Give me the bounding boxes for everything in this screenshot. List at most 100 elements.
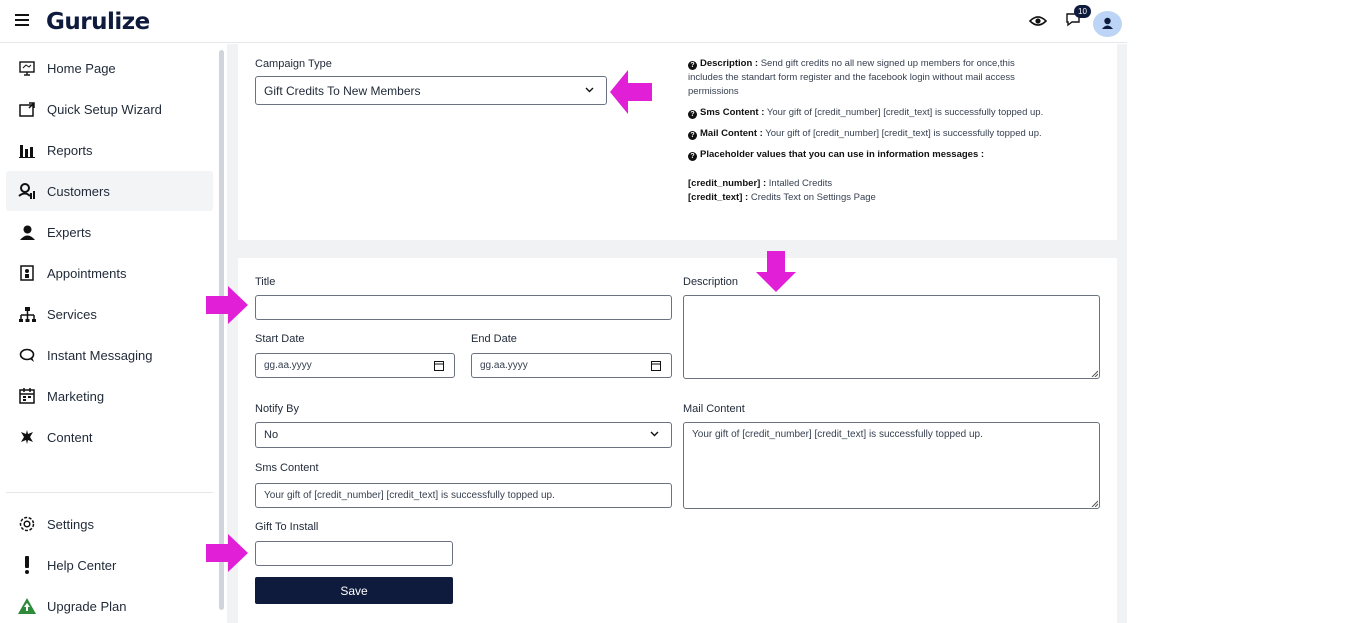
appointment-icon bbox=[18, 264, 36, 282]
notify-by-select[interactable]: No bbox=[255, 422, 672, 448]
end-date-placeholder: gg.aa.yyyy bbox=[480, 360, 528, 371]
description-text-2: includes the standart form register and … bbox=[688, 72, 1015, 83]
calendar-icon bbox=[18, 387, 36, 405]
sitemap-icon bbox=[18, 305, 36, 323]
question-circle-icon: ? bbox=[688, 110, 697, 119]
notify-by-label: Notify By bbox=[255, 403, 300, 415]
start-date-input[interactable]: gg.aa.yyyy bbox=[255, 353, 455, 378]
campaign-type-select[interactable]: Gift Credits To New Members bbox=[255, 76, 607, 105]
arrow-right-icon bbox=[206, 534, 248, 572]
user-avatar-icon bbox=[1102, 17, 1113, 29]
top-header: Gurulize 10 bbox=[0, 0, 1127, 43]
mail-content-text: Your gift of [credit_number] [credit_tex… bbox=[765, 128, 1042, 139]
sidebar-item-upgrade-plan[interactable]: Upgrade Plan bbox=[6, 586, 213, 623]
gift-to-install-label: Gift To Install bbox=[255, 521, 319, 533]
mail-content-title: Mail Content : bbox=[700, 128, 763, 139]
sidebar-item-label: Upgrade Plan bbox=[47, 598, 127, 614]
eye-icon[interactable] bbox=[1029, 14, 1047, 28]
start-date-placeholder: gg.aa.yyyy bbox=[264, 360, 312, 371]
end-date-label: End Date bbox=[471, 333, 517, 345]
mail-content-label: Mail Content bbox=[683, 403, 745, 415]
resize-handle-icon[interactable] bbox=[1091, 370, 1098, 377]
sidebar-item-settings[interactable]: Settings bbox=[6, 504, 213, 544]
logo[interactable]: Gurulize bbox=[46, 9, 150, 35]
sidebar-item-customers[interactable]: Customers bbox=[6, 171, 213, 211]
sidebar-item-label: Services bbox=[47, 306, 97, 322]
placeholder-key-2: [credit_text] : bbox=[688, 192, 749, 203]
arrow-down-icon bbox=[756, 251, 796, 292]
sidebar-item-label: Home Page bbox=[47, 60, 116, 76]
sidebar-item-label: Experts bbox=[47, 224, 92, 240]
user-icon bbox=[18, 223, 36, 241]
sidebar-item-experts[interactable]: Experts bbox=[6, 212, 213, 252]
sidebar-scrollbar[interactable] bbox=[219, 50, 224, 610]
sidebar-item-help-center[interactable]: Help Center bbox=[6, 545, 213, 585]
sidebar-item-appointments[interactable]: Appointments bbox=[6, 253, 213, 293]
sidebar-item-label: Quick Setup Wizard bbox=[47, 101, 162, 117]
campaign-form-card: Title Description Start Date gg.aa.yyyy … bbox=[238, 258, 1117, 623]
placeholder-title: Placeholder values that you can use in i… bbox=[700, 149, 985, 160]
chevron-down-icon bbox=[585, 87, 594, 92]
description-label: Description bbox=[683, 276, 739, 288]
description-title: Description : bbox=[700, 58, 759, 69]
sidebar-item-quick-setup-wizard[interactable]: Quick Setup Wizard bbox=[6, 89, 213, 129]
mail-content-textarea[interactable]: Your gift of [credit_number] [credit_tex… bbox=[683, 422, 1100, 509]
sidebar-item-content[interactable]: Content bbox=[6, 417, 213, 457]
title-input[interactable] bbox=[255, 295, 672, 320]
calendar-picker-icon[interactable] bbox=[434, 360, 444, 371]
sidebar-item-label: Customers bbox=[47, 183, 110, 199]
main-content: Campaign Type Gift Credits To New Member… bbox=[227, 44, 1127, 623]
sidebar-item-home-page[interactable]: Home Page bbox=[6, 48, 213, 88]
campaign-type-label: Campaign Type bbox=[255, 58, 332, 70]
sms-content-value: Your gift of [credit_number] [credit_tex… bbox=[264, 490, 555, 501]
gear-icon bbox=[18, 515, 36, 533]
arrow-left-icon bbox=[610, 70, 652, 114]
chevron-down-icon bbox=[650, 431, 659, 437]
sidebar-item-label: Marketing bbox=[47, 388, 105, 404]
campaign-type-card: Campaign Type Gift Credits To New Member… bbox=[238, 44, 1117, 240]
placeholder-value-1: Intalled Credits bbox=[768, 178, 833, 189]
sidebar-item-label: Help Center bbox=[47, 557, 117, 573]
notify-by-value: No bbox=[264, 429, 279, 441]
description-text: Send gift credits no all new signed up m… bbox=[760, 58, 1015, 69]
sidebar-item-instant-messaging[interactable]: Instant Messaging bbox=[6, 335, 213, 375]
mail-content-value: Your gift of [credit_number] [credit_tex… bbox=[692, 429, 983, 440]
exclamation-icon bbox=[18, 556, 36, 574]
sidebar-item-marketing[interactable]: Marketing bbox=[6, 376, 213, 416]
sidebar-item-label: Reports bbox=[47, 142, 93, 158]
monitor-icon bbox=[18, 59, 36, 77]
question-circle-icon: ? bbox=[688, 61, 697, 70]
sms-content-text: Your gift of [credit_number] [credit_tex… bbox=[766, 107, 1044, 118]
sms-content-input[interactable]: Your gift of [credit_number] [credit_tex… bbox=[255, 483, 672, 508]
question-circle-icon: ? bbox=[688, 152, 697, 161]
sidebar-divider bbox=[6, 492, 213, 493]
title-label: Title bbox=[255, 276, 276, 288]
placeholder-value-2: Credits Text on Settings Page bbox=[750, 192, 876, 203]
description-text-3: permissions bbox=[688, 86, 739, 97]
bar-chart-icon bbox=[18, 141, 36, 159]
resize-handle-icon[interactable] bbox=[1091, 500, 1098, 507]
save-button[interactable]: Save bbox=[255, 577, 453, 604]
sidebar-item-label: Settings bbox=[47, 516, 94, 532]
sidebar-item-reports[interactable]: Reports bbox=[6, 130, 213, 170]
message-icon bbox=[18, 346, 36, 364]
notification-badge: 10 bbox=[1074, 5, 1091, 18]
customers-icon bbox=[18, 182, 36, 200]
question-circle-icon: ? bbox=[688, 131, 697, 140]
gift-to-install-input[interactable] bbox=[255, 541, 453, 566]
sidebar-item-label: Instant Messaging bbox=[47, 347, 153, 363]
content-icon bbox=[18, 428, 36, 446]
avatar[interactable] bbox=[1093, 11, 1122, 37]
end-date-input[interactable]: gg.aa.yyyy bbox=[471, 353, 672, 378]
start-date-label: Start Date bbox=[255, 333, 305, 345]
menu-icon[interactable] bbox=[15, 14, 29, 26]
wizard-icon bbox=[18, 100, 36, 118]
upgrade-icon bbox=[18, 597, 36, 615]
calendar-picker-icon[interactable] bbox=[651, 360, 661, 371]
description-textarea[interactable] bbox=[683, 295, 1100, 379]
sidebar-item-services[interactable]: Services bbox=[6, 294, 213, 334]
sidebar-item-label: Content bbox=[47, 429, 93, 445]
sms-content-label: Sms Content bbox=[255, 462, 319, 474]
campaign-type-value: Gift Credits To New Members bbox=[264, 83, 421, 98]
sms-content-title: Sms Content : bbox=[700, 107, 765, 118]
